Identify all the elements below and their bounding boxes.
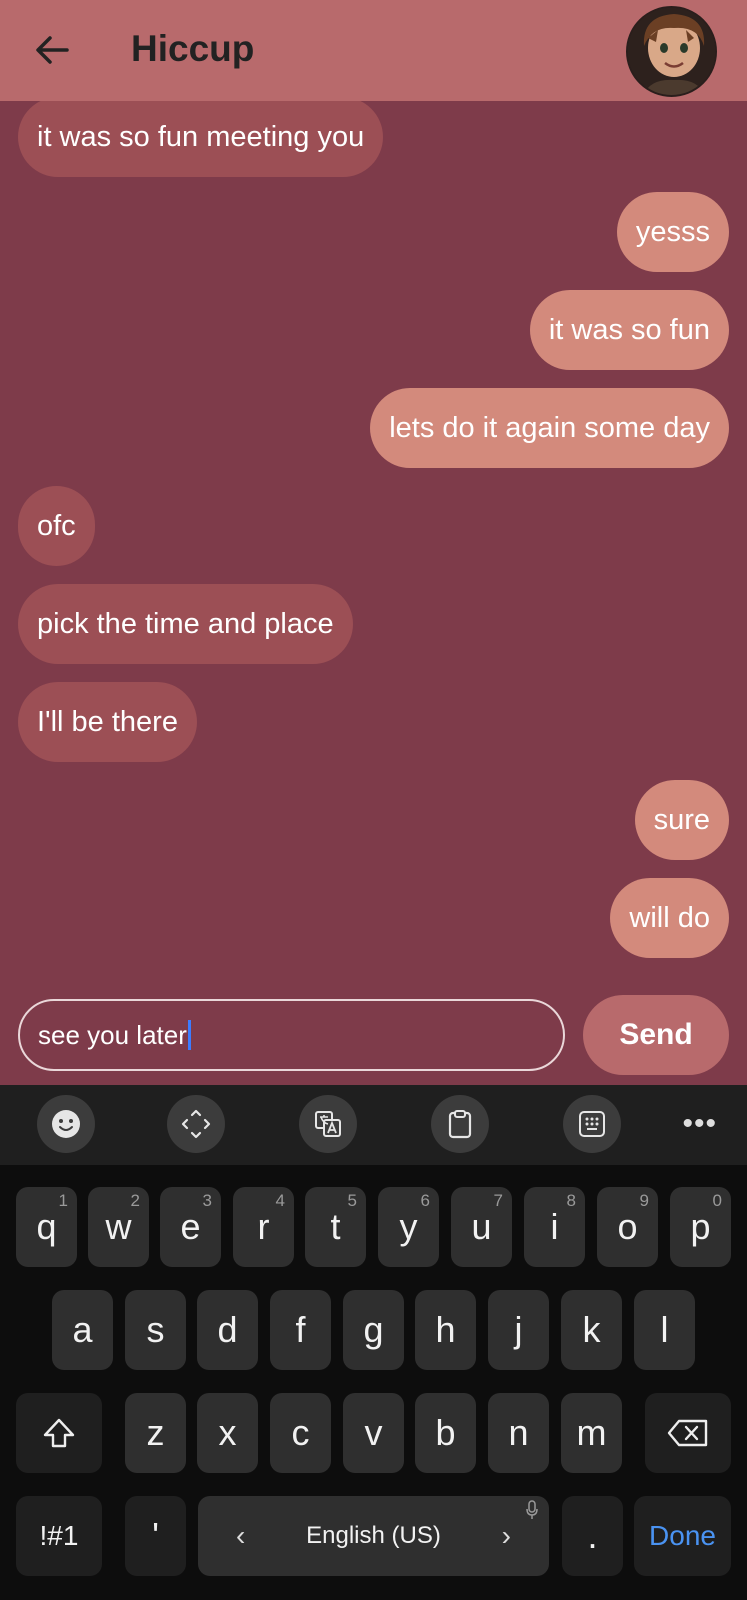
- message-input[interactable]: see you later: [18, 999, 565, 1071]
- key-h[interactable]: h: [415, 1290, 476, 1370]
- keyboard: q1 w2 e3 r4 t5 y6 u7 i8 o9 p0 a s d f g …: [0, 1165, 747, 1600]
- shift-icon: [43, 1418, 75, 1448]
- arrow-left-icon: [36, 36, 69, 64]
- key-c[interactable]: c: [270, 1393, 331, 1473]
- key-r[interactable]: r4: [233, 1187, 294, 1267]
- app-bar: Hiccup: [0, 0, 747, 101]
- key-n[interactable]: n: [488, 1393, 549, 1473]
- symbols-key[interactable]: !#1: [16, 1496, 102, 1576]
- shift-key[interactable]: [16, 1393, 102, 1473]
- keypad-button[interactable]: [563, 1095, 621, 1153]
- key-l[interactable]: l: [634, 1290, 695, 1370]
- emoji-button[interactable]: [37, 1095, 95, 1153]
- key-q[interactable]: q1: [16, 1187, 77, 1267]
- message-outgoing: will do: [610, 878, 729, 958]
- send-button[interactable]: Send: [583, 995, 729, 1075]
- key-f[interactable]: f: [270, 1290, 331, 1370]
- key-b[interactable]: b: [415, 1393, 476, 1473]
- backspace-key[interactable]: [645, 1393, 731, 1473]
- key-e[interactable]: e3: [160, 1187, 221, 1267]
- key-t[interactable]: t5: [305, 1187, 366, 1267]
- key-j[interactable]: j: [488, 1290, 549, 1370]
- done-key[interactable]: Done: [634, 1496, 731, 1576]
- key-s[interactable]: s: [125, 1290, 186, 1370]
- key-x[interactable]: x: [197, 1393, 258, 1473]
- message-incoming: ofc: [18, 486, 95, 566]
- translate-icon: [315, 1111, 341, 1137]
- key-a[interactable]: a: [52, 1290, 113, 1370]
- chevron-right-icon[interactable]: ›: [502, 1520, 511, 1552]
- message-outgoing: sure: [634, 780, 729, 860]
- contact-avatar[interactable]: [626, 6, 717, 97]
- key-m[interactable]: m: [561, 1393, 622, 1473]
- text-caret: [187, 1020, 191, 1050]
- message-incoming: pick the time and place: [18, 584, 353, 664]
- microphone-icon: [526, 1500, 538, 1519]
- message-outgoing: lets do it again some day: [370, 388, 729, 468]
- cursor-control-button[interactable]: [167, 1095, 225, 1153]
- back-button[interactable]: [26, 24, 78, 76]
- key-z[interactable]: z: [125, 1393, 186, 1473]
- avatar-image: [628, 8, 715, 95]
- translate-button[interactable]: [299, 1095, 357, 1153]
- key-y[interactable]: y6: [378, 1187, 439, 1267]
- message-outgoing: it was so fun: [529, 290, 729, 370]
- key-o[interactable]: o9: [597, 1187, 658, 1267]
- cursor-move-icon: [181, 1109, 211, 1139]
- key-p[interactable]: p0: [670, 1187, 731, 1267]
- key-v[interactable]: v: [343, 1393, 404, 1473]
- message-outgoing: yesss: [616, 192, 729, 272]
- key-k[interactable]: k: [561, 1290, 622, 1370]
- space-bar[interactable]: ‹ English (US) ›: [198, 1496, 549, 1576]
- key-i[interactable]: i8: [524, 1187, 585, 1267]
- message-incoming: I'll be there: [18, 682, 197, 762]
- message-incoming: it was so fun meeting you: [18, 101, 384, 177]
- emoji-icon: [52, 1110, 80, 1138]
- apostrophe-key[interactable]: ': [125, 1496, 186, 1576]
- language-label: English (US): [306, 1522, 441, 1549]
- key-u[interactable]: u7: [451, 1187, 512, 1267]
- period-key[interactable]: .: [562, 1496, 623, 1576]
- more-icon[interactable]: •••: [682, 1107, 717, 1141]
- keypad-icon: [579, 1111, 605, 1137]
- key-w[interactable]: w2: [88, 1187, 149, 1267]
- chevron-left-icon[interactable]: ‹: [236, 1520, 245, 1552]
- message-input-value: see you later: [38, 1019, 187, 1050]
- chat-title: Hiccup: [131, 28, 255, 69]
- key-d[interactable]: d: [197, 1290, 258, 1370]
- backspace-icon: [667, 1419, 708, 1447]
- message-list[interactable]: it was so fun meeting you yesss it was s…: [0, 101, 747, 981]
- clipboard-icon: [448, 1110, 472, 1139]
- keyboard-toolbar: •••: [0, 1085, 747, 1165]
- clipboard-button[interactable]: [431, 1095, 489, 1153]
- key-g[interactable]: g: [343, 1290, 404, 1370]
